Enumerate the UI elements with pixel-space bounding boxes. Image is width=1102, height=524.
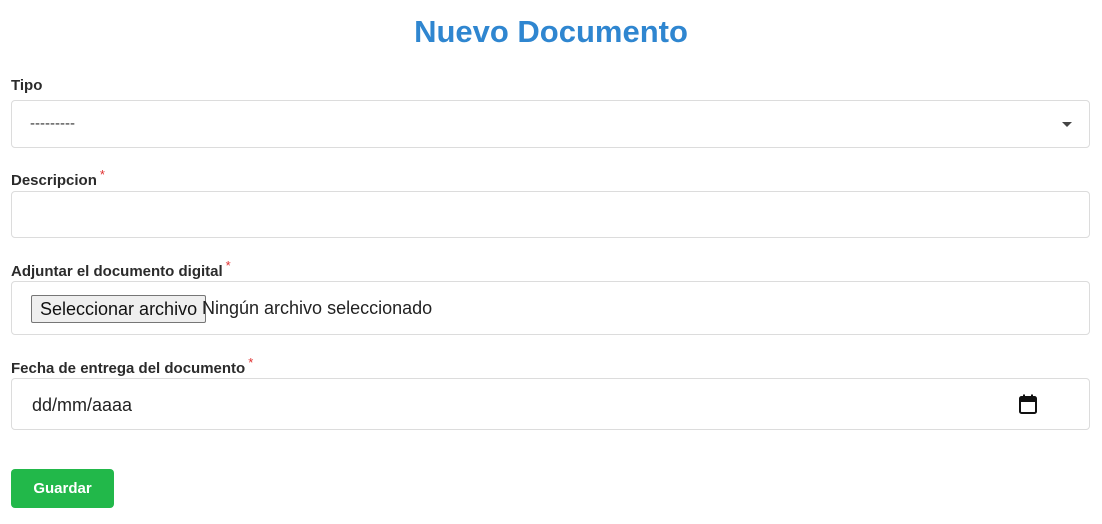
document-form-page: Nuevo Documento Tipo --------- Descripci…: [0, 0, 1102, 524]
descripcion-input[interactable]: [12, 192, 1089, 237]
required-asterisk: *: [248, 355, 254, 370]
descripcion-label-text: Descripcion: [11, 172, 97, 189]
descripcion-label: Descripcion *: [11, 167, 105, 189]
tipo-label: Tipo: [11, 77, 42, 94]
descripcion-field[interactable]: [11, 191, 1090, 238]
required-asterisk: *: [99, 167, 105, 182]
calendar-icon[interactable]: [1019, 394, 1037, 414]
choose-file-button[interactable]: Seleccionar archivo: [31, 295, 207, 323]
tipo-selected-value: ---------: [30, 115, 75, 132]
fecha-label-text: Fecha de entrega del documento: [11, 360, 246, 377]
save-button[interactable]: Guardar: [11, 469, 114, 508]
adjunto-label-text: Adjuntar el documento digital: [11, 263, 223, 280]
adjunto-label: Adjuntar el documento digital *: [11, 258, 231, 280]
file-status-text: Ningún archivo seleccionado: [202, 298, 433, 318]
fecha-label: Fecha de entrega del documento *: [11, 355, 253, 377]
page-title: Nuevo Documento: [414, 14, 688, 49]
required-asterisk: *: [225, 258, 231, 273]
date-input[interactable]: dd/mm/aaaa: [11, 378, 1090, 430]
chevron-down-icon: [1062, 122, 1072, 127]
tipo-select[interactable]: ---------: [11, 100, 1090, 148]
file-upload-field: Seleccionar archivo Ningún archivo selec…: [11, 281, 1090, 335]
tipo-label-text: Tipo: [11, 77, 43, 94]
date-placeholder: dd/mm/aaaa: [32, 395, 133, 415]
